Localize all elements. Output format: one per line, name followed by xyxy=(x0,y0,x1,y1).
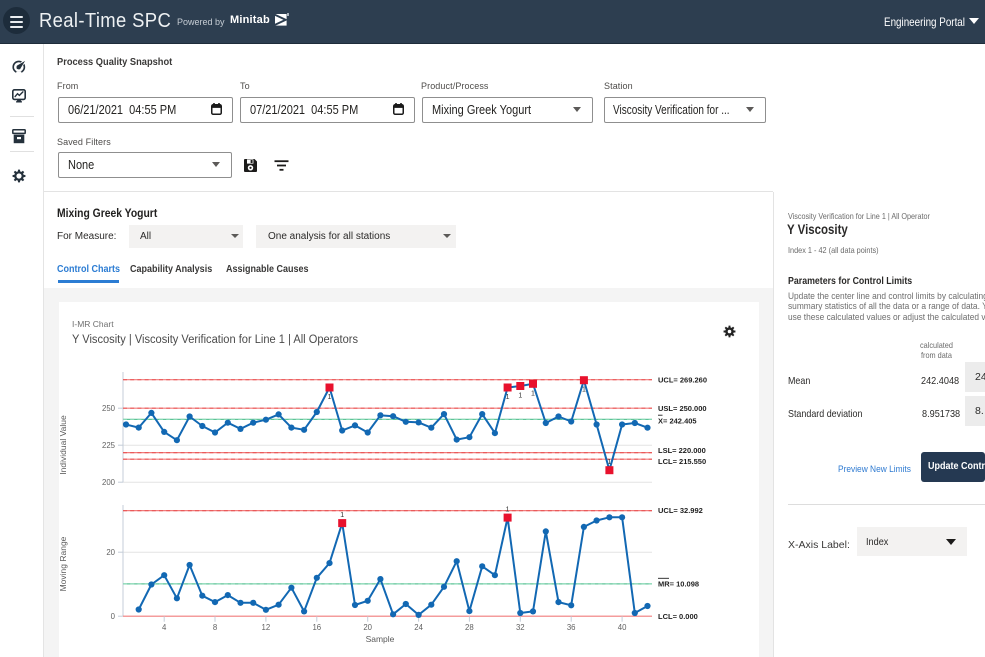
svg-text:Sample: Sample xyxy=(366,634,395,644)
svg-text:40: 40 xyxy=(618,623,627,632)
svg-text:Moving Range: Moving Range xyxy=(59,536,68,591)
svg-text:1: 1 xyxy=(582,387,586,394)
svg-text:24: 24 xyxy=(414,623,423,632)
svg-text:USL= 250.000: USL= 250.000 xyxy=(658,404,707,413)
svg-text:8: 8 xyxy=(213,623,217,632)
svg-text:1: 1 xyxy=(328,394,332,401)
svg-text:UCL= 32.992: UCL= 32.992 xyxy=(658,506,703,515)
svg-text:1: 1 xyxy=(607,459,611,466)
svg-text:0: 0 xyxy=(111,612,116,621)
svg-text:250: 250 xyxy=(102,404,116,413)
svg-text:UCL= 269.260: UCL= 269.260 xyxy=(658,375,707,384)
svg-text:28: 28 xyxy=(465,623,474,632)
svg-text:Individual Value: Individual Value xyxy=(59,415,68,475)
svg-text:1: 1 xyxy=(506,394,510,401)
svg-text:12: 12 xyxy=(262,623,271,632)
svg-text:36: 36 xyxy=(567,623,576,632)
svg-text:16: 16 xyxy=(312,623,321,632)
svg-text:LSL= 220.000: LSL= 220.000 xyxy=(658,446,706,455)
svg-text:Y Viscosity | Viscosity Verifi: Y Viscosity | Viscosity Verification for… xyxy=(72,334,358,346)
svg-text:1: 1 xyxy=(518,393,522,400)
svg-text:LCL= 215.550: LCL= 215.550 xyxy=(658,457,706,466)
svg-text:LCL= 0.000: LCL= 0.000 xyxy=(658,612,698,621)
svg-text:I-MR Chart: I-MR Chart xyxy=(72,319,114,329)
svg-text:MR= 10.098: MR= 10.098 xyxy=(658,580,699,589)
svg-text:20: 20 xyxy=(106,548,115,557)
svg-text:1: 1 xyxy=(506,507,510,514)
svg-text:X= 242.405: X= 242.405 xyxy=(658,417,697,426)
svg-text:20: 20 xyxy=(363,623,372,632)
svg-text:4: 4 xyxy=(162,623,167,632)
svg-text:200: 200 xyxy=(102,478,116,487)
svg-text:32: 32 xyxy=(516,623,525,632)
svg-text:225: 225 xyxy=(102,441,116,450)
svg-text:1: 1 xyxy=(531,390,535,397)
svg-text:1: 1 xyxy=(340,512,344,519)
